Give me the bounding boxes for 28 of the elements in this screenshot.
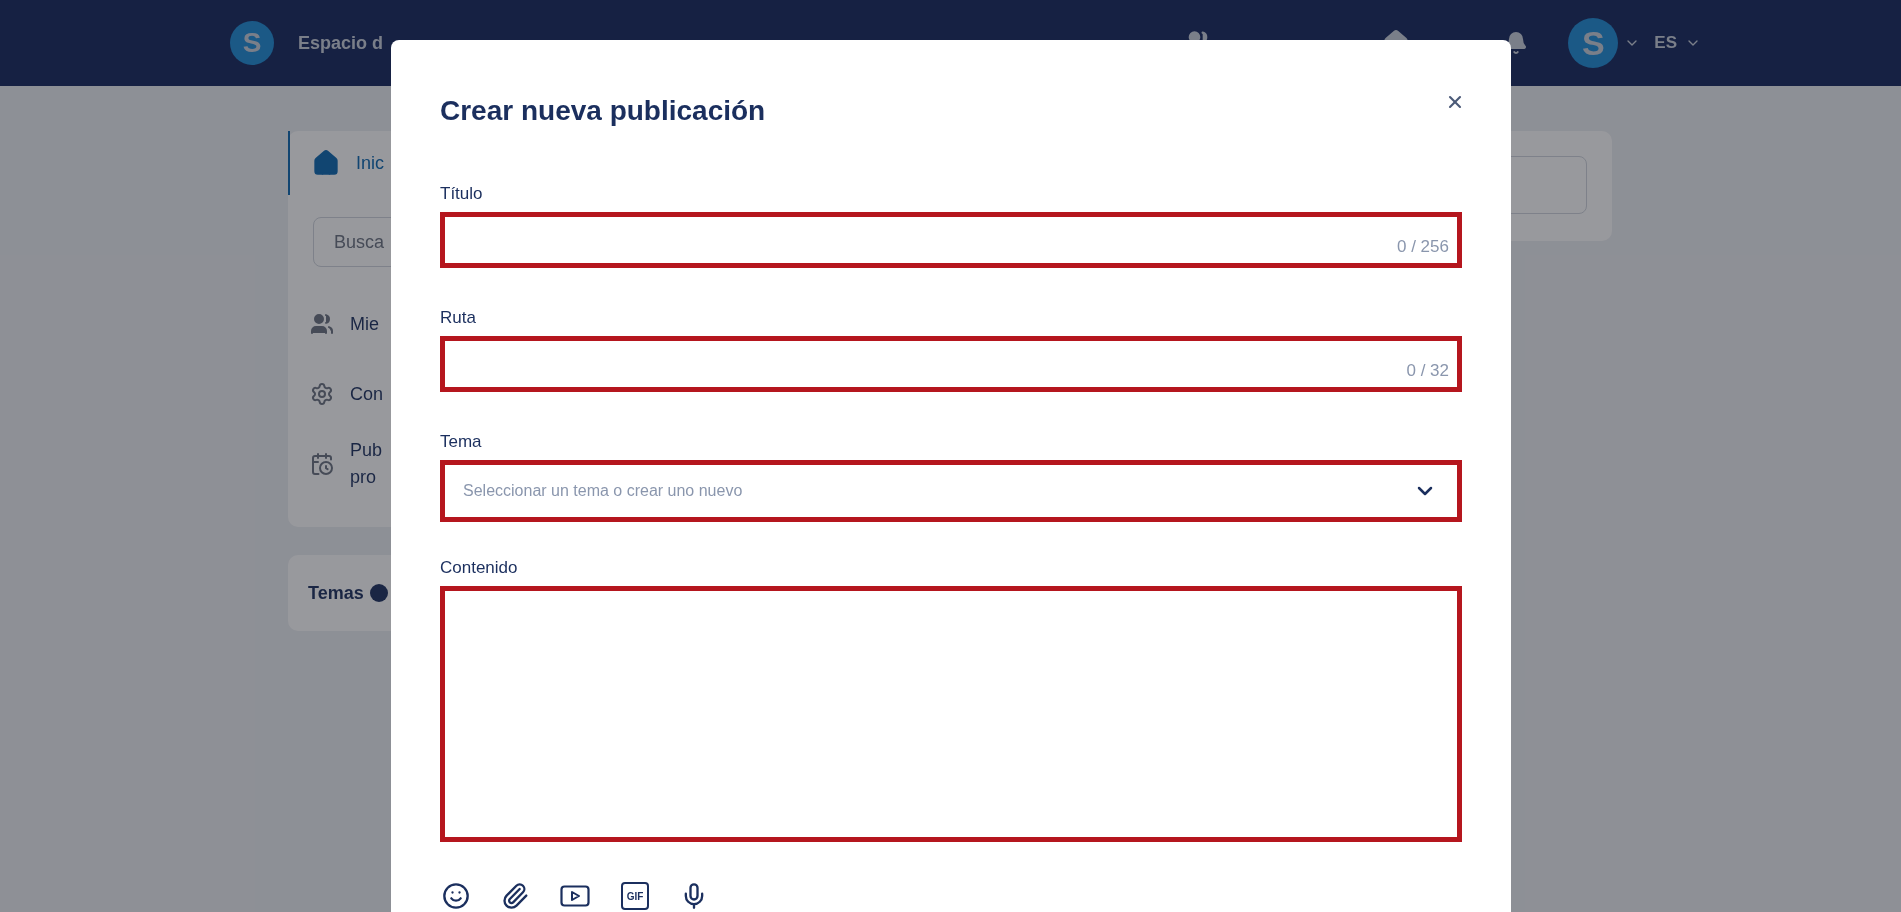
language-selector[interactable]: ES (1654, 30, 1677, 56)
sidebar-item[interactable]: Pub pro (288, 429, 391, 499)
content-textarea[interactable] (440, 586, 1462, 842)
people-icon (310, 312, 334, 336)
topic-select[interactable]: Seleccionar un tema o crear uno nuevo (440, 460, 1462, 522)
sidebar-item[interactable]: Mie (288, 289, 391, 359)
user-avatar[interactable]: S (1568, 18, 1619, 68)
logo[interactable]: S (230, 21, 274, 65)
gif-button[interactable]: GIF (621, 882, 649, 910)
text-field[interactable]: 0 / 256 (440, 212, 1462, 268)
sidebar-item[interactable]: Con (288, 359, 391, 429)
field-label: Ruta (440, 307, 477, 329)
field-label: Contenido (440, 557, 519, 579)
calendar-icon (310, 452, 334, 476)
home-icon (312, 149, 340, 177)
character-counter: 0 / 32 (1406, 359, 1449, 382)
topics-title: Temas (308, 581, 364, 605)
character-counter: 0 / 256 (1397, 235, 1449, 258)
paperclip-icon[interactable] (501, 882, 529, 910)
text-field[interactable]: 0 / 32 (440, 336, 1462, 392)
field-label: Tema (440, 431, 483, 453)
add-icon[interactable] (369, 584, 388, 602)
emoji-icon[interactable] (442, 882, 470, 910)
site-name[interactable]: Espacio d (298, 29, 384, 57)
dialog-title: Crear nueva publicación (440, 94, 766, 128)
video-icon[interactable] (560, 885, 590, 907)
field-label: Título (440, 183, 484, 205)
gear-icon (310, 382, 334, 406)
